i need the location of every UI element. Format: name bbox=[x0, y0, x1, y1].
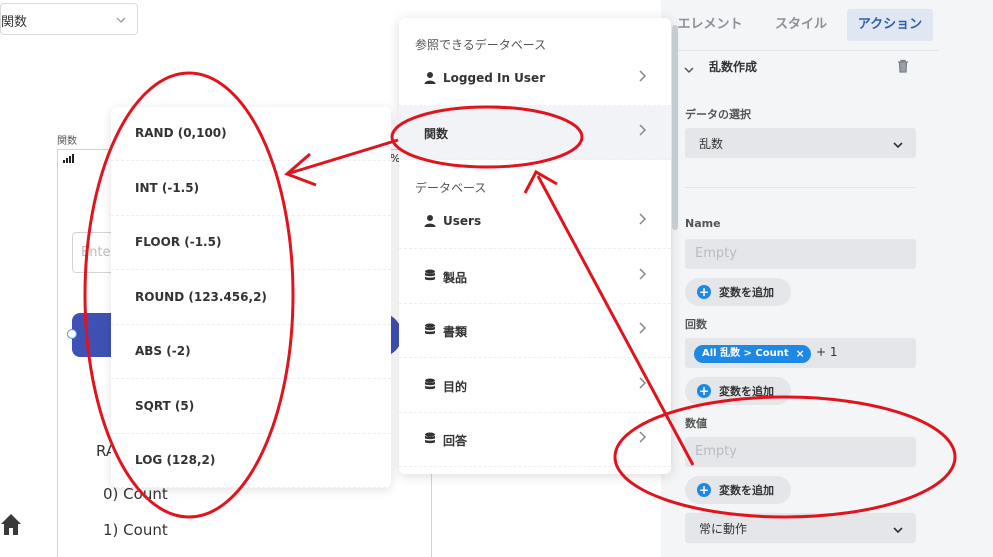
resize-handle[interactable] bbox=[67, 329, 77, 339]
section-divider bbox=[685, 187, 916, 188]
chevron-down-icon bbox=[892, 521, 904, 540]
count-label: 回数 bbox=[685, 318, 707, 331]
add-variable-label: 変数を追加 bbox=[719, 484, 774, 497]
db-header: データベース bbox=[415, 181, 487, 195]
name-input[interactable]: Empty bbox=[685, 239, 916, 269]
function-menu-item[interactable]: LOG (128,2) bbox=[111, 434, 391, 488]
ref-db-header: 参照できるデータベース bbox=[415, 38, 547, 52]
count-chip-label: All 乱数 > Count bbox=[702, 348, 789, 359]
function-menu-item-label: ABS (-2) bbox=[135, 344, 191, 358]
data-select-label: データの選択 bbox=[685, 108, 751, 121]
menu-item-table[interactable]: 製品 bbox=[399, 249, 671, 304]
add-variable-button-name[interactable]: + 変数を追加 bbox=[685, 278, 791, 306]
add-variable-label: 変数を追加 bbox=[719, 286, 774, 299]
name-input-placeholder: Empty bbox=[695, 246, 737, 261]
function-menu-item[interactable]: INT (-1.5) bbox=[111, 162, 391, 216]
signal-icon bbox=[63, 154, 74, 163]
database-icon bbox=[425, 432, 435, 444]
menu-item-label: 製品 bbox=[443, 270, 468, 285]
chevron-right-icon bbox=[639, 213, 647, 225]
scrollbar[interactable] bbox=[672, 25, 678, 230]
data-source-menu: 参照できるデータベース Logged In User 関数 データベース Use… bbox=[399, 18, 671, 474]
chevron-right-icon bbox=[639, 431, 647, 443]
value-label: 数値 bbox=[685, 417, 707, 430]
menu-item-functions[interactable]: 関数 bbox=[399, 106, 671, 160]
function-select-value: 関数 bbox=[1, 15, 28, 30]
function-menu: RAND (0,100) INT (-1.5) FLOOR (-1.5) ROUND … bbox=[111, 107, 391, 488]
plus-icon: + bbox=[697, 483, 711, 497]
tab-style[interactable]: スタイル bbox=[765, 9, 837, 41]
close-icon[interactable]: × bbox=[795, 345, 804, 363]
function-menu-item-label: ROUND (123.456,2) bbox=[135, 289, 267, 304]
canvas-count-1: 1) Count bbox=[103, 521, 168, 539]
canvas-label: 関数 bbox=[57, 136, 77, 147]
count-variable-chip[interactable]: All 乱数 > Count × bbox=[694, 345, 811, 363]
database-icon bbox=[425, 323, 435, 335]
chevron-down-icon bbox=[892, 136, 904, 155]
data-select[interactable]: 乱数 bbox=[685, 128, 916, 158]
function-menu-item-label: SQRT (5) bbox=[135, 398, 195, 413]
add-variable-button-count[interactable]: + 変数を追加 bbox=[685, 377, 791, 405]
function-menu-item-label: FLOOR (-1.5) bbox=[135, 235, 222, 249]
tab-element[interactable]: エレメント bbox=[675, 9, 745, 41]
menu-item-table[interactable]: 回答 bbox=[399, 413, 671, 467]
chevron-down-icon bbox=[115, 11, 127, 30]
menu-item-table[interactable]: 目的 bbox=[399, 358, 671, 413]
user-icon bbox=[424, 72, 436, 84]
run-condition-select[interactable]: 常に動作 bbox=[685, 513, 916, 543]
add-variable-label: 変数を追加 bbox=[719, 385, 774, 398]
name-label: Name bbox=[685, 217, 721, 230]
chevron-right-icon bbox=[639, 322, 647, 334]
menu-item-label: Logged In User bbox=[443, 71, 546, 85]
trash-icon[interactable] bbox=[896, 58, 910, 77]
action-title: 乱数作成 bbox=[709, 60, 758, 74]
menu-item-label: 回答 bbox=[443, 434, 468, 448]
menu-item-label: 書類 bbox=[443, 325, 468, 339]
menu-item-table[interactable]: Users bbox=[399, 195, 671, 249]
canvas-input-placeholder: Ente bbox=[81, 245, 111, 260]
value-input-placeholder: Empty bbox=[695, 444, 737, 459]
plus-icon: + bbox=[697, 384, 711, 398]
function-menu-item[interactable]: SQRT (5) bbox=[111, 380, 391, 434]
add-variable-button-value[interactable]: + 変数を追加 bbox=[685, 476, 791, 504]
tab-action[interactable]: アクション bbox=[847, 9, 933, 41]
function-menu-item[interactable]: RAND (0,100) bbox=[111, 107, 391, 161]
function-menu-item-label: LOG (128,2) bbox=[135, 453, 216, 467]
run-condition-value: 常に動作 bbox=[699, 522, 748, 536]
collapse-chevron-icon[interactable] bbox=[684, 60, 694, 79]
database-icon bbox=[425, 269, 435, 280]
user-icon bbox=[424, 215, 436, 227]
chevron-right-icon bbox=[639, 267, 647, 280]
function-menu-item[interactable]: ROUND (123.456,2) bbox=[111, 271, 391, 325]
value-input[interactable]: Empty bbox=[685, 437, 916, 467]
chevron-right-icon bbox=[639, 376, 647, 389]
menu-item-logged-in-user[interactable]: Logged In User bbox=[399, 52, 671, 106]
menu-item-label: 関数 bbox=[424, 127, 449, 141]
menu-item-label: Users bbox=[443, 214, 482, 228]
chevron-right-icon bbox=[639, 70, 647, 82]
chevron-right-icon bbox=[639, 124, 647, 136]
plus-icon: + bbox=[697, 285, 711, 299]
function-menu-item-label: INT (-1.5) bbox=[135, 180, 200, 195]
menu-item-label: 目的 bbox=[443, 379, 468, 394]
home-icon[interactable] bbox=[0, 512, 22, 540]
menu-item-table[interactable]: 書類 bbox=[399, 304, 671, 358]
function-menu-item[interactable]: FLOOR (-1.5) bbox=[111, 216, 391, 270]
data-select-value: 乱数 bbox=[699, 137, 724, 151]
function-select[interactable]: 関数 bbox=[0, 3, 138, 35]
tab-divider bbox=[675, 50, 939, 51]
function-menu-item-label: RAND (0,100) bbox=[135, 126, 227, 140]
function-menu-item[interactable]: ABS (-2) bbox=[111, 325, 391, 379]
database-icon bbox=[425, 378, 435, 389]
count-plus: + 1 bbox=[816, 345, 838, 359]
